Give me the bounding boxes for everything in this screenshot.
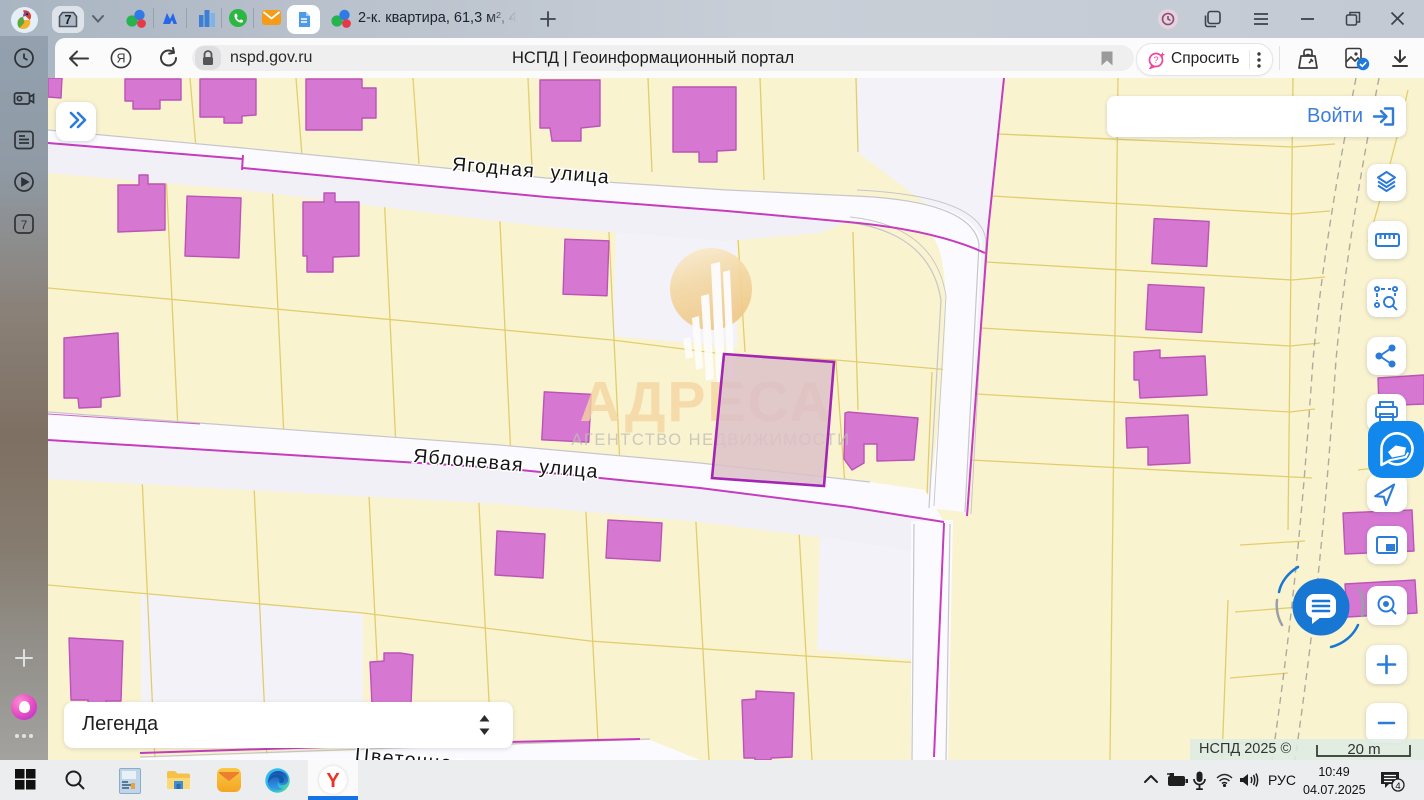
svg-text:Y: Y [326,770,340,792]
svg-text:4: 4 [1395,781,1400,792]
svg-text:Я: Я [116,52,125,66]
svg-text:20 m: 20 m [1347,741,1380,758]
svg-text:7: 7 [65,13,72,27]
svg-text:?: ? [1153,55,1158,65]
svg-text:7: 7 [21,218,28,232]
